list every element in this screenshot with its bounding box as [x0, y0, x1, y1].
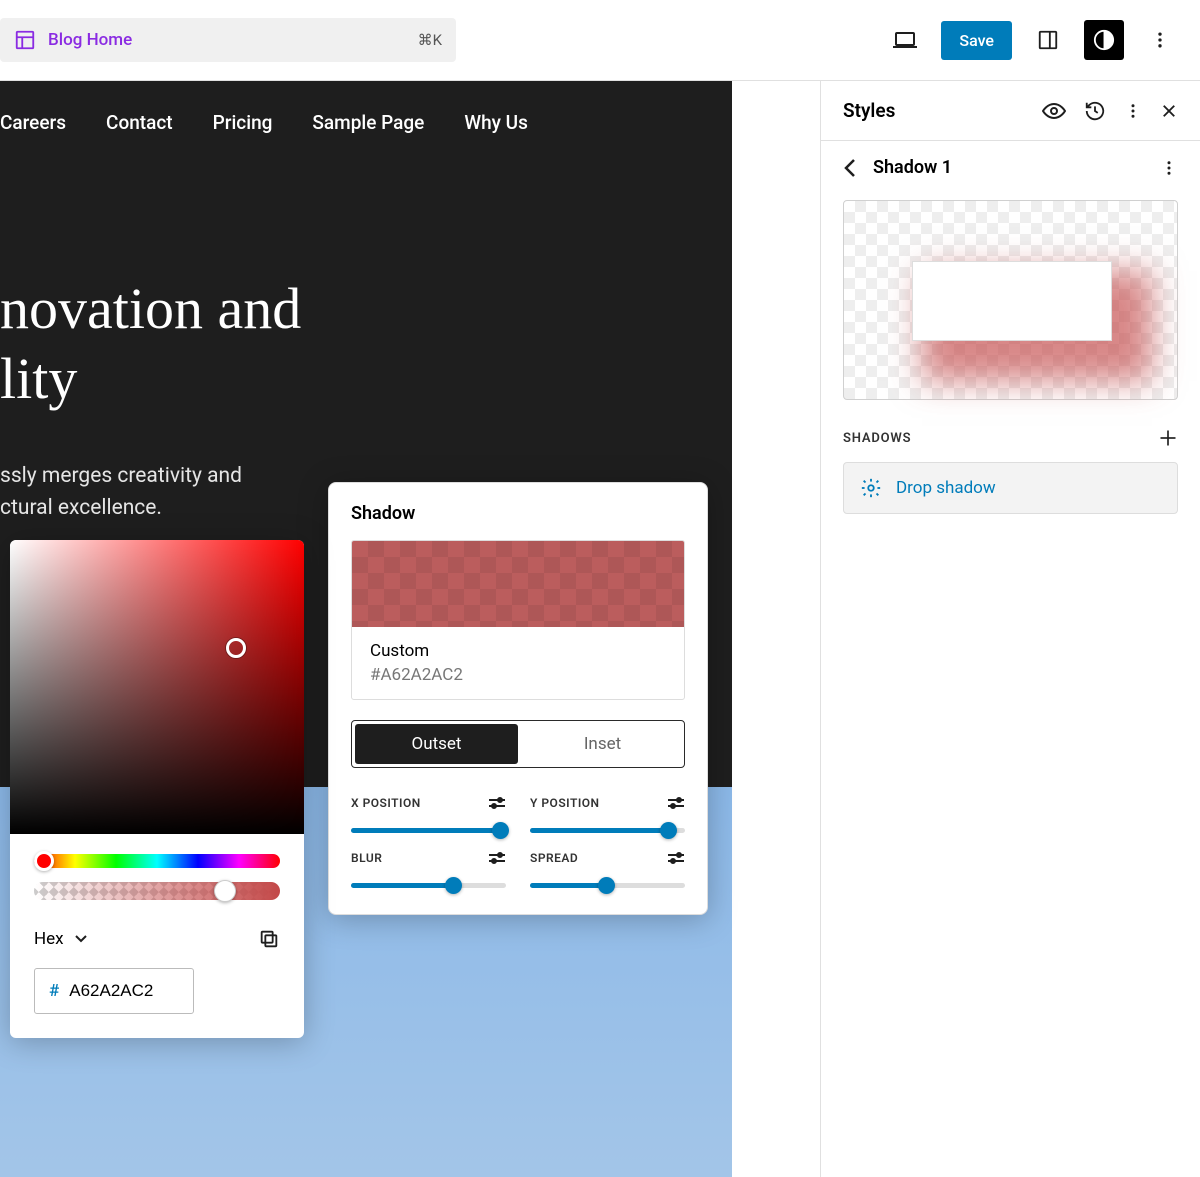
nav-item[interactable]: Careers: [0, 111, 66, 134]
color-picker: Hex #: [10, 540, 304, 1038]
hero-title-line: novation and: [0, 276, 301, 341]
device-preview-button[interactable]: [885, 20, 925, 60]
sun-icon: [860, 477, 882, 499]
sidebar-header: Styles: [821, 81, 1200, 141]
x-position-slider[interactable]: [351, 828, 506, 833]
blur-slider[interactable]: [351, 883, 506, 888]
more-menu-button[interactable]: [1140, 20, 1180, 60]
topbar: Blog Home ⌘K Save: [0, 0, 1200, 81]
x-position-control: X POSITION: [351, 796, 506, 833]
x-position-label: X POSITION: [351, 796, 421, 810]
breadcrumb-label: Blog Home: [48, 30, 132, 50]
back-icon[interactable]: [843, 158, 857, 178]
blur-label: BLUR: [351, 851, 382, 865]
sidebar-title: Styles: [843, 99, 895, 122]
chevron-down-icon: [74, 934, 88, 944]
shadows-header: SHADOWS: [821, 400, 1200, 462]
keyboard-shortcut: ⌘K: [418, 31, 442, 49]
nav-item[interactable]: Pricing: [213, 111, 273, 134]
styles-sidebar-toggle[interactable]: [1084, 20, 1124, 60]
spread-label: SPREAD: [530, 851, 578, 865]
shadows-header-label: SHADOWS: [843, 431, 911, 446]
shadow-preview: [843, 200, 1178, 400]
sidebar-subheader: Shadow 1: [821, 141, 1200, 194]
input-toggle-icon[interactable]: [488, 851, 506, 865]
breadcrumb-left: Blog Home: [14, 29, 132, 51]
save-button[interactable]: Save: [941, 21, 1012, 60]
settings-sidebar-toggle[interactable]: [1028, 20, 1068, 60]
shadow-settings-panel: Shadow Custom #A62A2AC2 Outset Inset X P…: [328, 482, 708, 915]
hex-hash: #: [49, 981, 59, 1001]
saturation-area[interactable]: [10, 540, 304, 834]
nav-item[interactable]: Why Us: [464, 111, 528, 134]
y-position-control: Y POSITION: [530, 796, 685, 833]
format-row: Hex: [34, 928, 280, 950]
copy-icon[interactable]: [258, 928, 280, 950]
format-select[interactable]: Hex: [34, 929, 88, 949]
document-selector[interactable]: Blog Home ⌘K: [0, 18, 456, 62]
hero-title[interactable]: novation and lity: [0, 274, 732, 413]
nav-item[interactable]: Contact: [106, 111, 173, 134]
alpha-slider[interactable]: [34, 882, 280, 900]
input-toggle-icon[interactable]: [667, 796, 685, 810]
color-swatch: [352, 541, 684, 627]
alpha-thumb[interactable]: [214, 880, 236, 902]
inset-toggle[interactable]: Inset: [521, 721, 684, 767]
swatch-hex: #A62A2AC2: [370, 665, 666, 685]
nav-item[interactable]: Sample Page: [312, 111, 424, 134]
slider-grid: X POSITION Y POSITION BLUR: [351, 796, 685, 888]
color-swatch-info: Custom #A62A2AC2: [352, 627, 684, 699]
site-nav: Careers Contact Pricing Sample Page Why …: [0, 81, 732, 134]
stylebook-icon[interactable]: [1042, 102, 1066, 120]
y-position-slider[interactable]: [530, 828, 685, 833]
format-label: Hex: [34, 929, 64, 949]
revisions-icon[interactable]: [1084, 100, 1106, 122]
shadow-more-icon[interactable]: [1160, 159, 1178, 177]
outset-toggle[interactable]: Outset: [355, 724, 518, 764]
shadow-list-item[interactable]: Drop shadow: [843, 462, 1178, 514]
hero-sub-line: ctural excellence.: [0, 496, 162, 520]
hue-slider[interactable]: [34, 854, 280, 868]
add-shadow-icon[interactable]: [1158, 428, 1178, 448]
color-swatch-box[interactable]: Custom #A62A2AC2: [351, 540, 685, 700]
styles-sidebar: Styles Shadow 1 SHADOWS Drop shadow: [820, 81, 1200, 1177]
hex-input[interactable]: [69, 981, 179, 1001]
hue-thumb[interactable]: [34, 851, 54, 871]
hero-title-line: lity: [0, 346, 77, 411]
saturation-cursor[interactable]: [226, 638, 246, 658]
close-icon[interactable]: [1160, 102, 1178, 120]
input-toggle-icon[interactable]: [488, 796, 506, 810]
topbar-actions: Save: [885, 20, 1180, 60]
template-icon: [14, 29, 36, 51]
spread-control: SPREAD: [530, 851, 685, 888]
more-icon[interactable]: [1124, 102, 1142, 120]
spread-slider[interactable]: [530, 883, 685, 888]
shadow-preview-box: [912, 261, 1112, 341]
shadow-type-toggle: Outset Inset: [351, 720, 685, 768]
shadow-panel-title: Shadow: [329, 483, 707, 540]
input-toggle-icon[interactable]: [667, 851, 685, 865]
hero-sub-line: ssly merges creativity and: [0, 464, 242, 488]
shadow-item-label: Drop shadow: [896, 478, 996, 498]
y-position-label: Y POSITION: [530, 796, 600, 810]
shadow-name: Shadow 1: [873, 157, 952, 178]
hex-input-wrap: #: [34, 968, 194, 1014]
blur-control: BLUR: [351, 851, 506, 888]
sidebar-header-actions: [1042, 100, 1178, 122]
swatch-name: Custom: [370, 641, 666, 661]
